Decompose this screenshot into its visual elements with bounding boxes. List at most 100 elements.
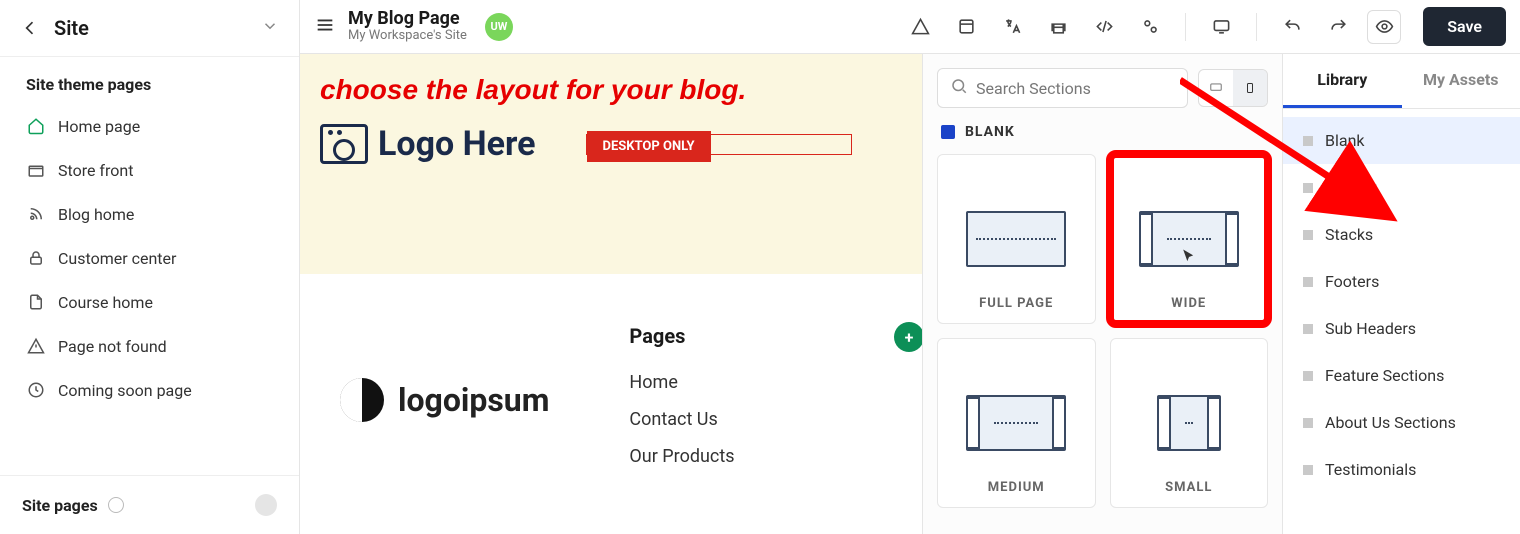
sidebar-item-home-page[interactable]: Home page [4,104,295,148]
sidebar-item-customer-center[interactable]: Customer center [4,236,295,280]
code-toolbar-icon[interactable] [1087,10,1121,44]
device-toggle [1198,69,1268,107]
layout-caption: WIDE [1171,296,1206,311]
tab-library[interactable]: Library [1283,54,1402,108]
layout-card-small[interactable]: SMALL [1110,338,1269,508]
sidebar-title: Site [54,16,89,40]
chevron-down-icon[interactable] [261,16,279,40]
sidebar-item-page-not-found[interactable]: Page not found [4,324,295,368]
sidebar-item-label: Course home [58,293,153,312]
annotation-text: choose the layout for your blog. [320,74,902,106]
sidebar-item-label: Page not found [58,337,167,356]
sections-panel: Search Sections BLANK FULL PAGE [922,54,1282,534]
layout-card-wide[interactable]: WIDE [1110,154,1269,324]
desktop-only-badge: DESKTOP ONLY [587,131,711,162]
footer-link[interactable]: Our Products [629,438,734,475]
page-canvas[interactable]: choose the layout for your blog. Logo He… [300,54,922,534]
topbar: My Blog Page My Workspace's Site UW Save [300,0,1520,54]
search-sections-input[interactable]: Search Sections [937,68,1188,108]
square-icon [1303,371,1313,381]
sidebar-item-coming-soon[interactable]: Coming soon page [4,368,295,412]
search-placeholder: Search Sections [976,79,1091,98]
sidebar-item-course-home[interactable]: Course home [4,280,295,324]
lock-icon [26,248,46,268]
library-item-stacks[interactable]: Stacks [1283,211,1520,258]
square-icon [1303,324,1313,334]
gear-icon[interactable] [255,494,277,516]
desktop-device-icon[interactable] [1204,10,1238,44]
logoipsum-icon [340,378,384,422]
library-item-feature-sections[interactable]: Feature Sections [1283,352,1520,399]
body-logo: logoipsum [340,324,549,475]
preview-icon[interactable] [1367,10,1401,44]
sidebar-item-store-front[interactable]: Store front [4,148,295,192]
page-icon [26,292,46,312]
menu-icon[interactable] [314,14,336,40]
settings-toolbar-icon[interactable] [1133,10,1167,44]
library-item-header[interactable]: Header [1283,164,1520,211]
layout-card-full-page[interactable]: FULL PAGE [937,154,1096,324]
logo2-text: logoipsum [398,381,549,419]
device-mobile-option[interactable] [1233,70,1267,106]
square-icon [1303,183,1313,193]
search-icon [950,77,968,99]
sidebar-item-blog-home[interactable]: Blog home [4,192,295,236]
device-desktop-option[interactable] [1199,70,1233,106]
square-icon [1303,277,1313,287]
main-area: My Blog Page My Workspace's Site UW Save… [300,0,1520,534]
left-sidebar: Site Site theme pages Home page Store fr… [0,0,300,534]
sidebar-item-label: Home page [58,117,140,136]
footer-link[interactable]: Home [629,364,734,401]
library-item-footers[interactable]: Footers [1283,258,1520,305]
footer-pages-column: Pages Home Contact Us Our Products [629,324,734,475]
cursor-icon [1179,247,1199,267]
undo-icon[interactable] [1275,10,1309,44]
sidebar-section-title: Site theme pages [4,65,295,104]
square-icon [1303,465,1313,475]
home-icon [26,116,46,136]
sections-group-label: BLANK [941,124,1264,140]
group-color-icon [941,125,955,139]
sidebar-section2-title: Site pages [22,496,98,515]
info-icon[interactable] [108,497,124,513]
layout-toolbar-icon[interactable] [949,10,983,44]
page-title: My Blog Page [348,9,467,29]
pages-header: Pages [629,324,734,348]
warning-icon [26,336,46,356]
blog-icon [26,204,46,224]
desktop-only-section[interactable]: DESKTOP ONLY [586,134,852,155]
sidebar-item-label: Coming soon page [58,381,192,400]
tab-my-assets[interactable]: My Assets [1402,54,1520,108]
layout-card-medium[interactable]: MEDIUM [937,338,1096,508]
sidebar-header[interactable]: Site [0,0,299,56]
library-item-about-us[interactable]: About Us Sections [1283,399,1520,446]
save-button[interactable]: Save [1423,7,1506,46]
placeholder-logo: Logo Here [320,124,536,164]
layout-caption: MEDIUM [988,480,1045,495]
workspace-avatar[interactable]: UW [485,13,513,41]
warning-toolbar-icon[interactable] [903,10,937,44]
library-item-sub-headers[interactable]: Sub Headers [1283,305,1520,352]
page-subtitle: My Workspace's Site [348,29,467,43]
sidebar-site-pages-header[interactable]: Site pages [0,475,299,534]
back-arrow-icon[interactable] [20,18,40,38]
layout-caption: SMALL [1165,480,1212,495]
square-icon [1303,230,1313,240]
redo-icon[interactable] [1321,10,1355,44]
library-item-testimonials[interactable]: Testimonials [1283,446,1520,493]
page-title-block: My Blog Page My Workspace's Site [348,9,467,43]
sidebar-item-label: Store front [58,161,133,180]
layout-caption: FULL PAGE [979,296,1053,311]
clock-icon [26,380,46,400]
square-icon [1303,418,1313,428]
library-panel: Library My Assets Blank Header Stacks Fo… [1282,54,1520,534]
add-section-button[interactable]: + [894,322,922,352]
print-toolbar-icon[interactable] [1041,10,1075,44]
library-item-blank[interactable]: Blank [1283,117,1520,164]
sidebar-item-label: Blog home [58,205,134,224]
sidebar-item-label: Customer center [58,249,176,268]
translate-toolbar-icon[interactable] [995,10,1029,44]
footer-link[interactable]: Contact Us [629,401,734,438]
square-icon [1303,136,1313,146]
logo-text: Logo Here [378,124,536,164]
